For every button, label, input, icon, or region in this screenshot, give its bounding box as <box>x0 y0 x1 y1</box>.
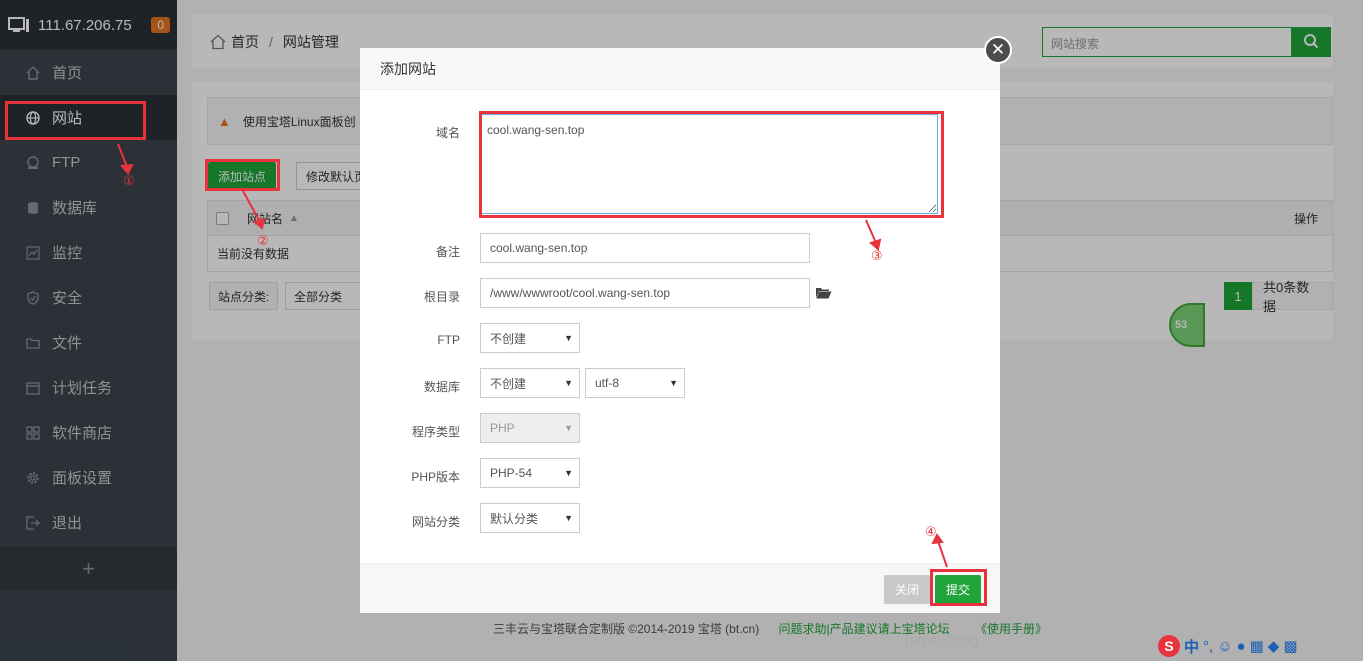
punctuation-icon[interactable]: °, <box>1203 638 1213 655</box>
emoji-icon[interactable]: ☺ <box>1217 638 1232 655</box>
annotation-arrows <box>117 143 948 568</box>
skin-icon[interactable]: ◆ <box>1268 637 1280 655</box>
keyboard-icon[interactable]: ▦ <box>1250 637 1264 655</box>
blog-watermark: https://blog <box>905 632 979 649</box>
sogou-icon[interactable]: S <box>1158 635 1180 657</box>
ime-lang-toggle[interactable]: 中 <box>1184 636 1199 657</box>
ime-tray: S 中 °, ☺ ● ▦ ◆ ▩ <box>1158 632 1363 660</box>
toolbox-icon[interactable]: ▩ <box>1283 637 1297 655</box>
microphone-icon[interactable]: ● <box>1237 638 1246 655</box>
